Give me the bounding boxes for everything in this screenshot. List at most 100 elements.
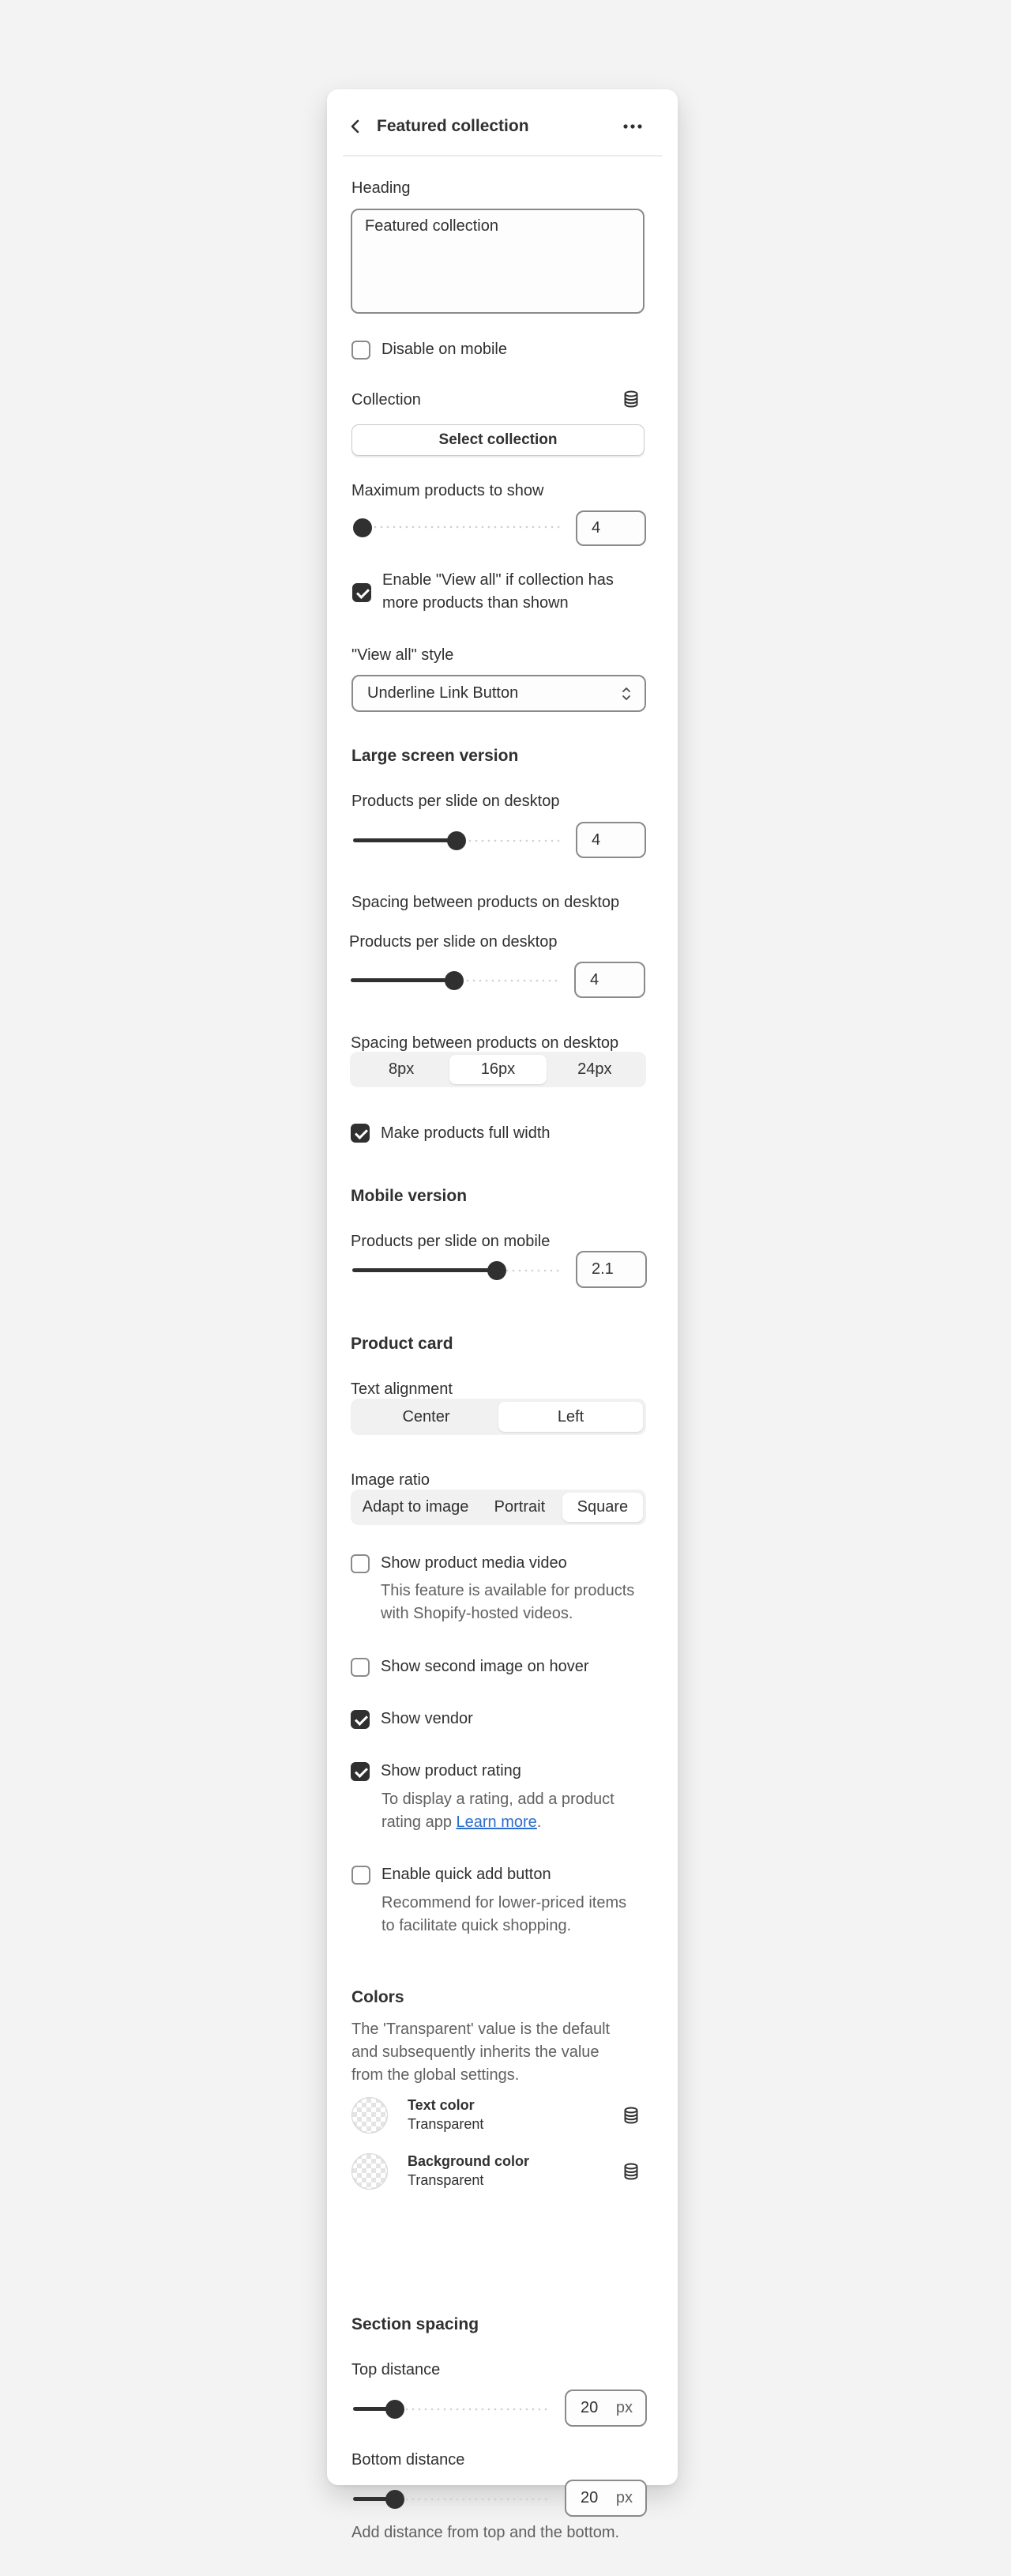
database-icon (624, 390, 638, 408)
heading-label: Heading (351, 179, 411, 197)
view-all-label-line2: more products than shown (382, 594, 569, 612)
second-image-checkbox[interactable] (351, 1658, 370, 1677)
view-all-label-line1: Enable "View all" if collection has (382, 571, 614, 589)
select-chevron-icon (622, 687, 630, 700)
section-spacing-heading: Section spacing (351, 2315, 479, 2333)
view-all-style-select[interactable]: Underline Link Button (351, 675, 646, 712)
text-color-label: Text color (408, 2097, 475, 2113)
spacing-option-24px[interactable]: 24px (547, 1055, 643, 1084)
image-ratio-label: Image ratio (351, 1471, 430, 1489)
full-width-label: Make products full width (381, 1124, 551, 1142)
chevron-left-icon (351, 119, 359, 134)
page-title: Featured collection (377, 117, 529, 135)
learn-more-link[interactable]: Learn more (457, 1813, 537, 1831)
rating-help-prefix: rating app (381, 1813, 457, 1831)
background-color-label: Background color (408, 2153, 530, 2169)
text-color-swatch[interactable] (351, 2097, 388, 2133)
more-horizontal-icon (623, 124, 642, 129)
desktop-per-slide-handle-2[interactable] (445, 971, 464, 990)
max-products-track[interactable] (353, 525, 560, 529)
disable-mobile-label: Disable on mobile (381, 341, 507, 358)
top-distance-unit: px (615, 2399, 633, 2416)
rating-help-line2: rating app Learn more. (381, 1811, 541, 1834)
select-collection-button[interactable]: Select collection (351, 424, 645, 456)
view-all-style-value: Underline Link Button (367, 684, 519, 702)
background-color-source-button[interactable] (619, 2160, 643, 2183)
text-alignment-label: Text alignment (351, 1380, 453, 1398)
colors-heading: Colors (351, 1988, 404, 2006)
quick-add-checkbox[interactable] (351, 1866, 370, 1885)
full-width-checkbox[interactable] (351, 1124, 370, 1143)
vendor-checkbox[interactable] (351, 1710, 370, 1729)
ratio-option-adapt[interactable]: Adapt to image (354, 1493, 477, 1522)
rating-label: Show product rating (381, 1762, 521, 1779)
spacing-option-16px[interactable]: 16px (449, 1055, 547, 1084)
top-distance-input[interactable]: 20 px (565, 2390, 647, 2427)
desktop-per-slide-handle[interactable] (447, 831, 466, 850)
media-video-checkbox[interactable] (351, 1554, 370, 1573)
bottom-distance-label: Bottom distance (351, 2451, 465, 2469)
desktop-spacing-segmented: 8px 16px 24px (350, 1052, 646, 1087)
database-icon (624, 2163, 638, 2180)
desktop-spacing-label: Spacing between products on desktop (351, 894, 620, 911)
top-distance-handle[interactable] (385, 2400, 404, 2419)
ratio-option-square[interactable]: Square (562, 1493, 643, 1522)
mobile-heading: Mobile version (351, 1187, 468, 1205)
bottom-distance-unit: px (615, 2489, 633, 2506)
colors-desc-line3: from the global settings. (351, 2066, 520, 2084)
text-color-source-button[interactable] (619, 2103, 643, 2127)
desktop-per-slide-fill-2 (351, 978, 454, 982)
desktop-per-slide-label: Products per slide on desktop (351, 793, 560, 810)
quick-add-help-line2: to facilitate quick shopping. (381, 1917, 572, 1934)
desktop-per-slide-fill (353, 838, 457, 842)
quick-add-label: Enable quick add button (381, 1866, 551, 1883)
disable-mobile-checkbox[interactable] (351, 341, 370, 360)
database-icon (624, 2107, 638, 2124)
desktop-per-slide-input-2[interactable]: 4 (574, 962, 645, 998)
spacing-option-8px[interactable]: 8px (353, 1055, 449, 1084)
collection-label: Collection (351, 391, 421, 409)
desktop-per-slide-input[interactable]: 4 (576, 822, 646, 858)
dynamic-source-button[interactable] (619, 387, 643, 411)
more-options-button[interactable] (619, 115, 646, 138)
rating-help-suffix: . (536, 1813, 542, 1831)
top-distance-label: Top distance (351, 2361, 441, 2378)
desktop-per-slide-label-2: Products per slide on desktop (349, 933, 558, 951)
media-video-help-line1: This feature is available for products (381, 1582, 635, 1599)
ratio-option-portrait[interactable]: Portrait (477, 1493, 562, 1522)
media-video-label: Show product media video (381, 1554, 567, 1572)
image-ratio-segmented: Adapt to image Portrait Square (351, 1489, 646, 1525)
vendor-label: Show vendor (381, 1710, 473, 1727)
back-button[interactable] (344, 115, 366, 137)
product-card-heading: Product card (351, 1335, 453, 1353)
header-divider (343, 155, 662, 156)
mobile-per-slide-handle[interactable] (487, 1261, 507, 1280)
settings-panel: Featured collection Heading Featured col… (327, 89, 678, 2541)
alignment-option-left[interactable]: Left (498, 1402, 643, 1432)
bottom-distance-input[interactable]: 20 px (565, 2480, 647, 2517)
max-products-handle[interactable] (353, 518, 372, 537)
background-color-swatch[interactable] (351, 2153, 388, 2190)
max-products-label: Maximum products to show (351, 482, 544, 499)
rating-help-line1: To display a rating, add a product (381, 1791, 614, 1808)
bottom-distance-value: 20 (581, 2489, 599, 2506)
top-distance-value: 20 (581, 2399, 599, 2416)
heading-input[interactable]: Featured collection (351, 209, 645, 314)
media-video-help-line2: with Shopify-hosted videos. (381, 1605, 573, 1622)
view-all-checkbox[interactable] (352, 583, 371, 602)
colors-desc-line1: The 'Transparent' value is the default (351, 2021, 611, 2038)
text-alignment-segmented: Center Left (351, 1399, 646, 1435)
large-screen-heading: Large screen version (351, 747, 519, 765)
colors-desc-line2: and subsequently inherits the value (351, 2043, 599, 2061)
mobile-per-slide-fill (352, 1268, 498, 1272)
view-all-style-label: "View all" style (351, 646, 454, 664)
rating-checkbox[interactable] (351, 1762, 370, 1781)
background-color-value: Transparent (408, 2172, 484, 2188)
max-products-input[interactable]: 4 (576, 510, 646, 546)
text-color-value: Transparent (408, 2116, 484, 2132)
mobile-per-slide-label: Products per slide on mobile (351, 1233, 551, 1250)
alignment-option-center[interactable]: Center (354, 1402, 498, 1432)
bottom-distance-handle[interactable] (385, 2490, 404, 2509)
mobile-per-slide-input[interactable]: 2.1 (576, 1251, 647, 1288)
second-image-label: Show second image on hover (381, 1658, 589, 1675)
